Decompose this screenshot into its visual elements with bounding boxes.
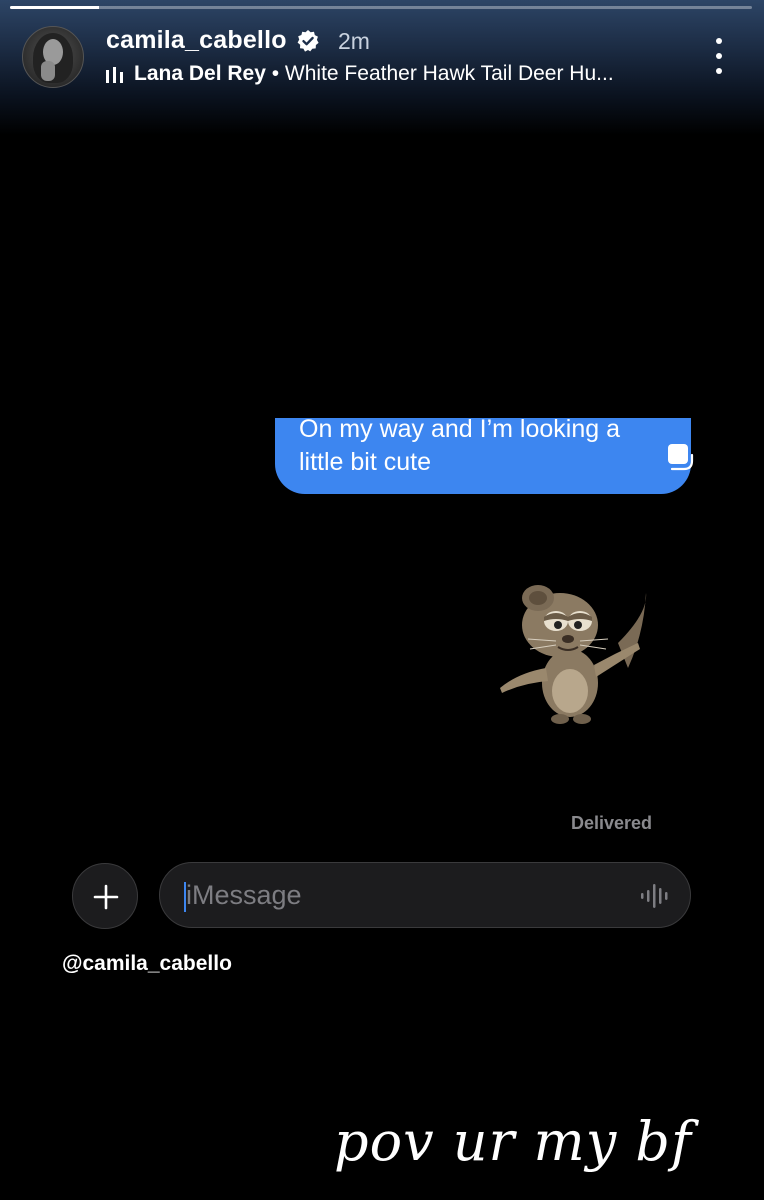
music-separator: • xyxy=(265,62,285,85)
username[interactable]: camila_cabello xyxy=(106,26,287,55)
music-bars-icon xyxy=(106,67,123,83)
add-attachment-button[interactable] xyxy=(72,863,138,929)
message-text: On my way and I’m looking a little bit c… xyxy=(299,418,620,476)
mention-tag[interactable]: @camila_cabello xyxy=(62,952,232,976)
voice-waveform-icon[interactable] xyxy=(640,883,672,909)
mouse-sticker-image xyxy=(500,585,647,724)
plus-icon xyxy=(93,884,119,910)
square-icon xyxy=(668,444,694,471)
story-caption: pov ur my bf xyxy=(334,1110,692,1173)
music-artist: Lana Del Rey xyxy=(134,62,266,85)
music-label[interactable]: Lana Del Rey • White Feather Hawk Tail D… xyxy=(134,62,614,86)
verified-badge-icon xyxy=(297,30,319,52)
post-time: 2m xyxy=(338,28,370,54)
more-vertical-icon[interactable] xyxy=(704,36,734,76)
sent-message-bubble: On my way and I’m looking a little bit c… xyxy=(275,418,691,494)
imessage-input[interactable]: iMessage xyxy=(159,862,691,928)
input-placeholder: iMessage xyxy=(186,880,302,910)
story-progress-bar xyxy=(10,6,752,9)
delivered-status: Delivered xyxy=(571,813,653,833)
avatar[interactable] xyxy=(22,26,84,88)
music-track: White Feather Hawk Tail Deer Hu... xyxy=(284,62,614,85)
story-progress-fill xyxy=(10,6,100,9)
